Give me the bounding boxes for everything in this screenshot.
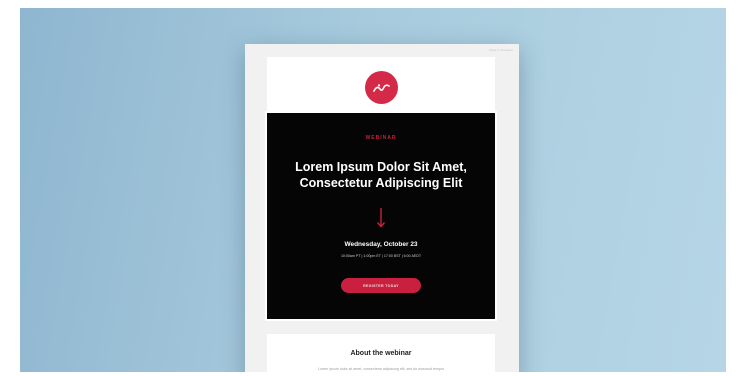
event-times: 10:00am PT | 1:00pm ET | 17:00 BST | 6:0…	[340, 254, 422, 258]
photo-backdrop: View in browser WEBINAR Lorem Ipsum Dolo…	[20, 8, 726, 372]
about-section: About the webinar Lorem ipsum dolor sit …	[267, 334, 495, 372]
view-in-browser-link[interactable]: View in browser	[489, 48, 513, 52]
register-button[interactable]: REGISTER TODAY	[341, 278, 421, 293]
logo-header	[267, 57, 495, 113]
arrow-down-icon	[376, 208, 386, 228]
hero-title: Lorem Ipsum Dolor Sit Amet, Consectetur …	[295, 160, 467, 190]
about-heading: About the webinar	[350, 350, 412, 357]
about-body: Lorem ipsum dolor sit amet, consectetur …	[317, 367, 445, 371]
webinar-hero: WEBINAR Lorem Ipsum Dolor Sit Amet, Cons…	[267, 113, 495, 319]
hero-eyebrow: WEBINAR	[365, 135, 397, 141]
brand-mark-icon	[365, 71, 398, 104]
event-date: Wednesday, October 23	[344, 241, 418, 248]
email-preview: View in browser WEBINAR Lorem Ipsum Dolo…	[245, 44, 519, 372]
